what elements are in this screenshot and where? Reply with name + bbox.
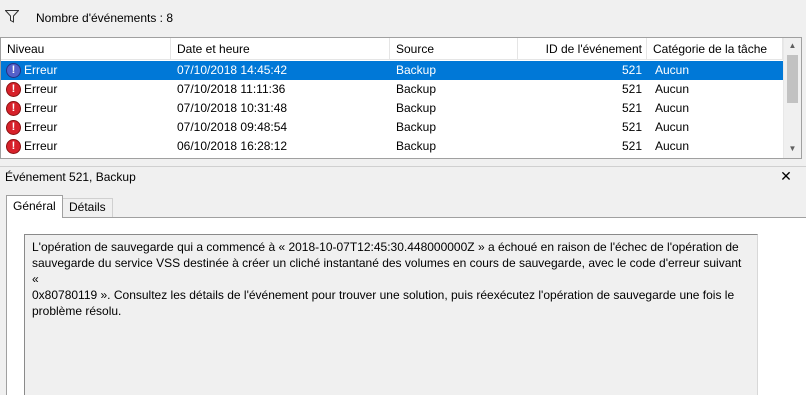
event-row[interactable]: ! Erreur 07/10/2018 14:45:42 Backup 521 Aucun <box>1 61 783 80</box>
event-source: Backup <box>396 139 437 153</box>
vertical-scrollbar[interactable]: ▲ ▼ <box>783 38 801 158</box>
event-source: Backup <box>396 82 437 96</box>
column-header-datetime[interactable]: Date et heure <box>171 38 390 60</box>
event-source: Backup <box>396 120 437 134</box>
error-icon: ! <box>6 63 21 78</box>
event-category: Aucun <box>655 120 690 134</box>
event-datetime: 07/10/2018 09:48:54 <box>177 120 288 134</box>
event-list-header: Niveau Date et heure Source ID de l'évén… <box>1 38 783 60</box>
event-datetime: 07/10/2018 10:31:48 <box>177 101 288 115</box>
column-header-source[interactable]: Source <box>390 38 518 60</box>
close-icon[interactable]: ✕ <box>779 168 793 184</box>
event-id: 521 <box>621 120 642 134</box>
error-icon: ! <box>6 120 21 135</box>
event-message-text: L'opération de sauvegarde qui a commencé… <box>32 240 742 318</box>
event-level: Erreur <box>24 120 58 134</box>
event-datetime: 06/10/2018 16:28:12 <box>177 139 288 153</box>
event-id: 521 <box>621 82 642 96</box>
event-id: 521 <box>621 139 642 153</box>
tab-general[interactable]: Général <box>6 195 63 218</box>
event-level: Erreur <box>24 63 58 77</box>
event-count-label: Nombre d'événements : 8 <box>36 11 174 25</box>
column-header-level[interactable]: Niveau <box>1 38 171 60</box>
event-row[interactable]: ! Erreur 07/10/2018 11:11:36 Backup 521 Aucun <box>1 80 783 99</box>
event-level: Erreur <box>24 82 58 96</box>
scroll-up-icon[interactable]: ▲ <box>784 38 801 54</box>
event-details-title: Événement 521, Backup <box>5 170 136 184</box>
event-source: Backup <box>396 101 437 115</box>
tab-details[interactable]: Détails <box>62 198 113 217</box>
event-datetime: 07/10/2018 14:45:42 <box>177 63 288 77</box>
event-id: 521 <box>621 63 642 77</box>
event-source: Backup <box>396 63 437 77</box>
event-level: Erreur <box>24 101 58 115</box>
event-message-box[interactable]: L'opération de sauvegarde qui a commencé… <box>24 234 758 395</box>
event-category: Aucun <box>655 82 690 96</box>
funnel-icon[interactable] <box>5 10 19 23</box>
general-tab-panel: L'opération de sauvegarde qui a commencé… <box>6 217 806 395</box>
error-icon: ! <box>6 101 21 116</box>
event-row[interactable]: ! Erreur 07/10/2018 10:31:48 Backup 521 Aucun <box>1 99 783 118</box>
event-category: Aucun <box>655 101 690 115</box>
event-id: 521 <box>621 101 642 115</box>
filter-bar: Nombre d'événements : 8 <box>0 0 806 37</box>
event-row[interactable]: ! Erreur 07/10/2018 09:48:54 Backup 521 Aucun <box>1 118 783 137</box>
error-icon: ! <box>6 139 21 154</box>
event-list[interactable]: Niveau Date et heure Source ID de l'évén… <box>0 37 802 159</box>
event-level: Erreur <box>24 139 58 153</box>
event-details-header: Événement 521, Backup ✕ <box>0 166 806 186</box>
scroll-down-icon[interactable]: ▼ <box>784 141 801 157</box>
event-row[interactable]: ! Erreur 06/10/2018 16:28:12 Backup 521 Aucun <box>1 137 783 156</box>
scrollbar-thumb[interactable] <box>787 55 798 103</box>
event-category: Aucun <box>655 63 690 77</box>
event-category: Aucun <box>655 139 690 153</box>
event-datetime: 07/10/2018 11:11:36 <box>177 82 286 96</box>
column-header-task-category[interactable]: Catégorie de la tâche <box>647 38 783 60</box>
error-icon: ! <box>6 82 21 97</box>
column-header-event-id[interactable]: ID de l'événement <box>518 38 647 60</box>
